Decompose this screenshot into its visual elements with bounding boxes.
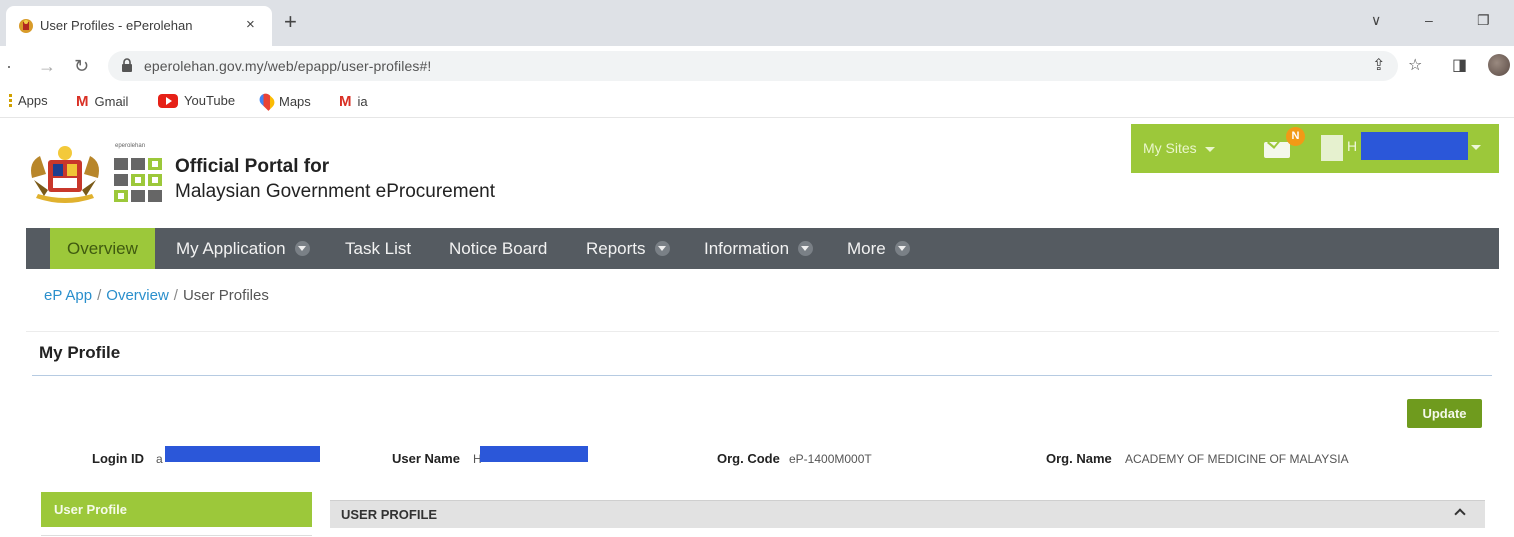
chevron-down-icon (798, 241, 814, 257)
user-name-label: User Name (392, 451, 460, 466)
breadcrumb: eP App / Overview / User Profiles (44, 287, 269, 304)
redacted-username (1361, 132, 1468, 160)
malaysia-coat-of-arms-logo (31, 146, 99, 203)
maps-pin-icon (257, 91, 277, 111)
chevron-down-icon[interactable] (1471, 145, 1481, 150)
nav-notice-board[interactable]: Notice Board (449, 228, 547, 269)
breadcrumb-separator: / (97, 287, 102, 304)
breadcrumb-current: User Profiles (182, 287, 269, 304)
chevron-down-icon (1204, 146, 1215, 152)
tab-close-icon[interactable]: × (246, 15, 255, 35)
chevron-up-icon[interactable] (1454, 508, 1466, 520)
nav-label: Notice Board (449, 239, 548, 258)
chevron-down-icon (894, 241, 910, 257)
redacted-user-name (480, 446, 588, 462)
mail-icon[interactable] (1264, 142, 1290, 158)
browser-tab-strip: User Profiles - ePerolehan × + ∨ – ❐ (0, 0, 1514, 46)
browser-tab[interactable]: User Profiles - ePerolehan × (6, 6, 272, 46)
org-name-label: Org. Name (1046, 451, 1112, 466)
portal-subtitle: Malaysian Government eProcurement (175, 181, 495, 202)
main-nav: Overview My Application Task List Notice… (26, 228, 1499, 269)
user-profile-panel-header[interactable]: USER PROFILE (330, 500, 1485, 528)
divider (41, 535, 312, 536)
browser-profile-avatar[interactable] (1488, 54, 1510, 76)
bookmarks-bar: Apps M Gmail YouTube Maps M ia (0, 86, 1514, 118)
tab-title: User Profiles - ePerolehan (40, 18, 193, 33)
url-text: eperolehan.gov.my/web/epapp/user-profile… (144, 58, 432, 74)
divider (32, 375, 1492, 376)
nav-my-application[interactable]: My Application (176, 228, 310, 269)
side-menu-user-profile[interactable]: User Profile (41, 492, 312, 527)
tab-search-icon[interactable]: ∨ (1371, 10, 1381, 30)
user-avatar[interactable] (1321, 135, 1343, 161)
chevron-down-icon (294, 241, 310, 257)
restore-icon[interactable]: ❐ (1477, 10, 1490, 30)
bookmark-youtube[interactable]: YouTube (158, 93, 235, 108)
eperolehan-logo (114, 158, 162, 202)
bookmark-maps[interactable]: Maps (257, 91, 311, 111)
login-id-label: Login ID (92, 451, 144, 466)
breadcrumb-separator: / (173, 287, 178, 304)
browser-toolbar: · → ↻ eperolehan.gov.my/web/epapp/user-p… (0, 46, 1514, 86)
my-sites-dropdown[interactable]: My Sites (1143, 140, 1215, 156)
login-id-value: a (156, 452, 163, 466)
site-user-bar: My Sites N H (1131, 124, 1499, 173)
nav-information[interactable]: Information (704, 228, 814, 269)
share-icon[interactable]: ⇪ (1372, 56, 1385, 76)
bookmark-gmail-label: Gmail (94, 94, 129, 109)
forward-icon[interactable]: → (38, 56, 56, 76)
nav-reports[interactable]: Reports (586, 228, 670, 269)
address-bar[interactable]: eperolehan.gov.my/web/epapp/user-profile… (108, 51, 1398, 81)
panel-title: USER PROFILE (341, 507, 438, 522)
gmail-icon: M (339, 93, 352, 110)
nav-task-list[interactable]: Task List (345, 228, 411, 269)
breadcrumb-ep-app[interactable]: eP App (44, 287, 92, 304)
bookmark-maps-label: Maps (279, 93, 311, 109)
back-icon[interactable]: · (6, 56, 12, 76)
divider (26, 331, 1499, 332)
nav-overview[interactable]: Overview (50, 228, 155, 269)
update-button[interactable]: Update (1407, 399, 1482, 428)
bookmark-apps[interactable]: Apps (9, 93, 48, 108)
lock-icon (122, 58, 132, 72)
breadcrumb-overview[interactable]: Overview (106, 287, 169, 304)
bookmark-star-icon[interactable]: ☆ (1408, 56, 1422, 76)
nav-label: More (847, 239, 886, 258)
bookmark-ia-label: ia (357, 94, 368, 109)
bookmark-gmail[interactable]: M Gmail (76, 93, 128, 110)
new-tab-icon[interactable]: + (284, 9, 297, 35)
bookmark-apps-label: Apps (18, 93, 48, 108)
org-code-value: eP-1400M000T (789, 452, 872, 466)
notification-badge[interactable]: N (1286, 127, 1305, 146)
nav-label: My Application (176, 239, 286, 258)
nav-label: Information (704, 239, 790, 258)
portal-title: Official Portal for (175, 156, 330, 177)
minimize-icon[interactable]: – (1425, 10, 1433, 30)
user-name-initial[interactable]: H (1347, 138, 1357, 154)
org-code-label: Org. Code (717, 451, 780, 466)
bookmark-ia[interactable]: M ia (339, 93, 368, 110)
site-favicon-icon (19, 19, 33, 33)
page-title: My Profile (39, 343, 121, 362)
gmail-icon: M (76, 93, 89, 110)
apps-grid-icon (9, 93, 12, 108)
my-sites-label: My Sites (1143, 140, 1197, 156)
chevron-down-icon (654, 241, 670, 257)
nav-more[interactable]: More (847, 228, 910, 269)
youtube-icon (158, 93, 178, 108)
reload-icon[interactable]: ↻ (74, 56, 89, 76)
nav-label: Reports (586, 239, 646, 258)
bookmark-youtube-label: YouTube (184, 93, 236, 108)
side-panel-icon[interactable]: ◨ (1452, 56, 1467, 76)
org-name-value: ACADEMY OF MEDICINE OF MALAYSIA (1125, 452, 1349, 466)
redacted-login-id (165, 446, 320, 462)
nav-label: Task List (345, 239, 412, 258)
nav-label: Overview (67, 239, 138, 258)
